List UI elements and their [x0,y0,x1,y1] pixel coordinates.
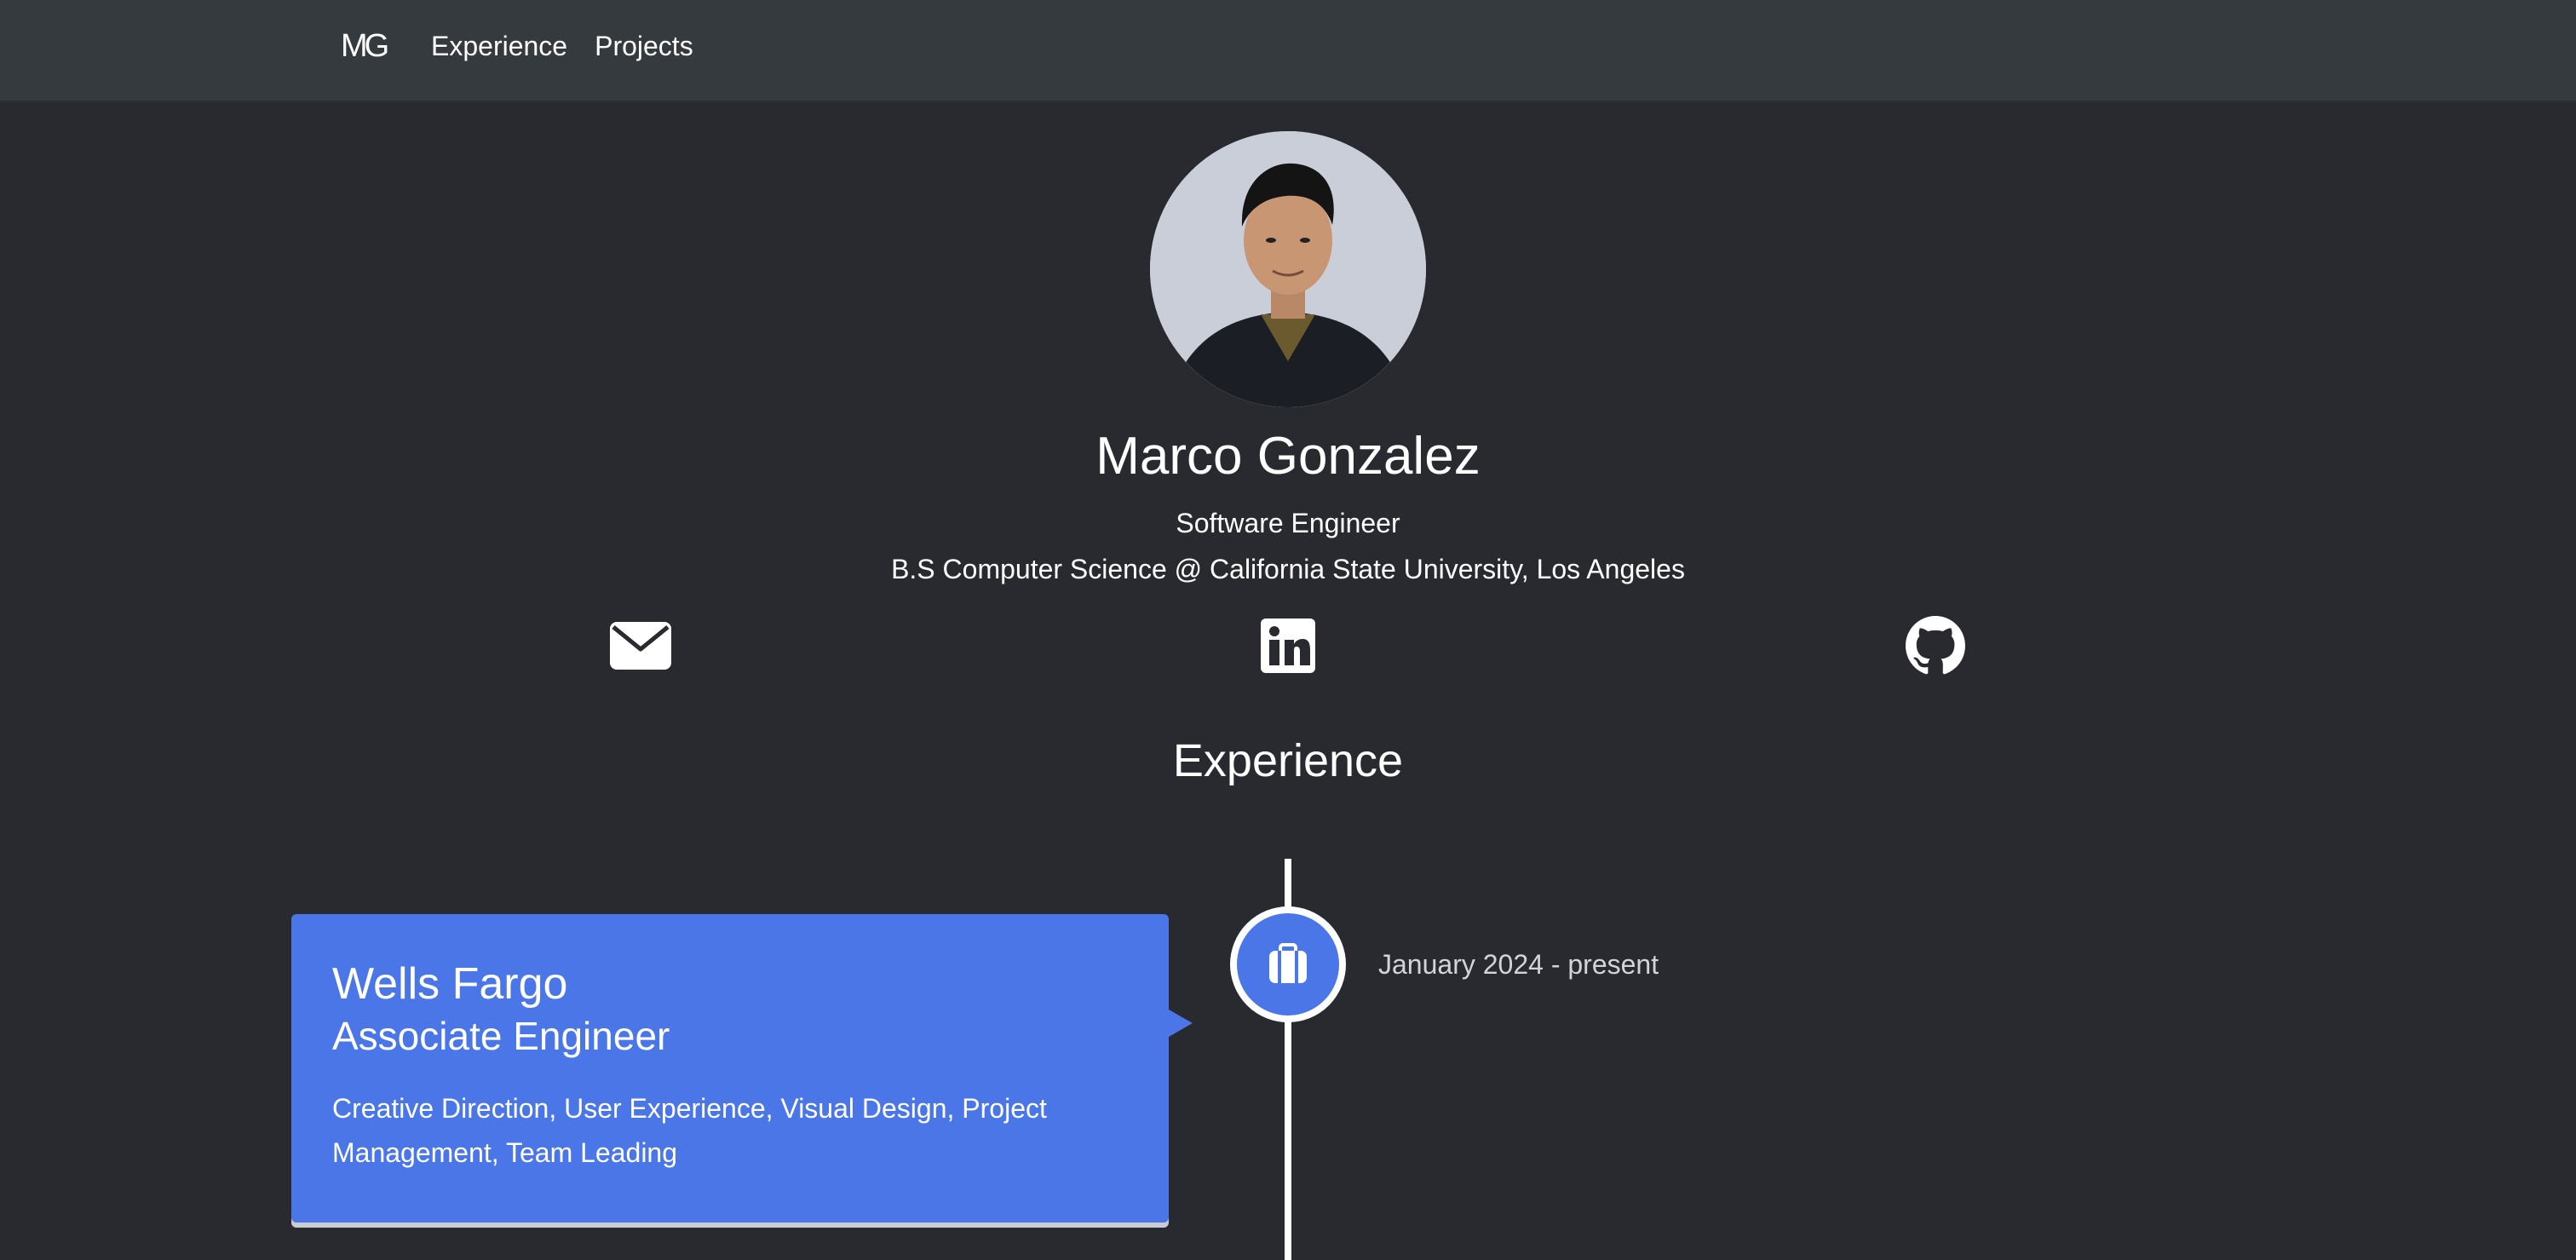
experience-job-title: Associate Engineer [332,1014,670,1058]
nav-link-experience[interactable]: Experience [431,31,567,62]
email-link[interactable] [608,613,673,678]
brand-logo[interactable]: MG [341,26,389,66]
profile-education: B.S Computer Science @ California State … [891,554,1685,584]
experience-company: Wells Fargo [332,959,568,1009]
experience-card: Wells Fargo Associate Engineer Creative … [291,914,1193,1223]
card-arrow [1169,1010,1193,1037]
profile-avatar [1150,131,1426,407]
timeline-marker [1230,906,1346,1022]
navbar: MG Experience Projects [0,0,2576,102]
briefcase-icon [1269,943,1307,983]
experience-description: Creative Direction, User Experience, Vis… [332,1093,1047,1168]
nav-links: Experience Projects [431,26,693,66]
email-icon [610,622,671,670]
github-icon [1906,616,1965,675]
nav-link-projects[interactable]: Projects [595,31,693,62]
github-link[interactable] [1903,613,1968,678]
profile-role: Software Engineer [1176,508,1400,538]
experience-date: January 2024 - present [1378,949,1659,980]
linkedin-icon [1261,618,1315,673]
avatar-portrait-image [1150,131,1426,407]
profile-name: Marco Gonzalez [1095,427,1481,486]
linkedin-link[interactable] [1256,613,1320,678]
experience-section-title: Experience [1172,735,1404,786]
